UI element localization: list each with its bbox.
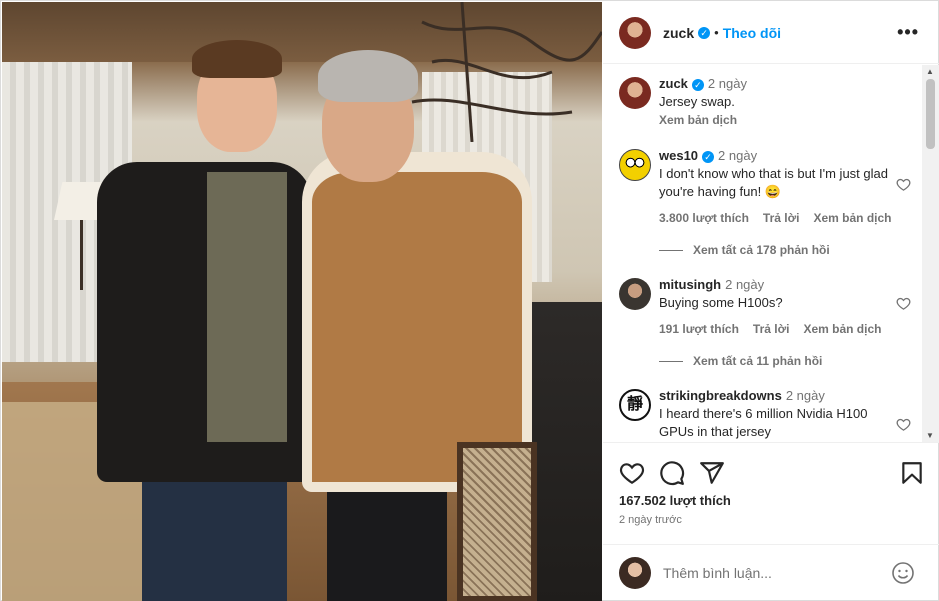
comment-avatar[interactable]: 靜 <box>619 389 651 421</box>
comment-likes[interactable]: 3.800 lượt thích <box>659 211 749 225</box>
comment-username[interactable]: mitusingh <box>659 277 721 292</box>
comment-avatar[interactable] <box>619 149 651 181</box>
scroll-up-icon[interactable]: ▲ <box>926 67 934 76</box>
view-replies-link[interactable]: Xem tất cả 178 phản hồi <box>659 243 830 257</box>
comment-meta: 191 lượt thích Trả lời Xem bản dịch <box>659 320 909 338</box>
post-modal: zuck ✓ • Theo dõi ••• zuck ✓ 2 ngày Jersey… <box>0 0 939 601</box>
author-avatar[interactable] <box>619 16 651 49</box>
comment-text: I heard there's 6 million Nvidia H100 GP… <box>659 406 868 439</box>
more-icon[interactable]: ••• <box>897 22 919 43</box>
comment-avatar[interactable] <box>619 278 651 310</box>
post-actions: 167.502 lượt thích 2 ngày trước <box>603 444 939 544</box>
view-replies-link[interactable]: Xem tất cả 11 phản hồi <box>659 354 822 368</box>
photo-person-right-legs <box>327 482 447 601</box>
translate-link[interactable]: Xem bản dịch <box>803 322 881 336</box>
comment-time[interactable]: 2 ngày <box>718 148 757 163</box>
photo-person-left-hair <box>192 40 282 78</box>
comment-username[interactable]: strikingbreakdowns <box>659 388 782 403</box>
comment-text: I don't know who that is but I'm just gl… <box>659 166 888 199</box>
reply-button[interactable]: Trả lời <box>763 211 800 225</box>
comment-like-icon[interactable] <box>896 417 911 432</box>
heart-icon[interactable] <box>619 460 645 486</box>
post-photo[interactable] <box>2 2 602 601</box>
comment-meta: 3.800 lượt thích Trả lời Xem bản dịch <box>659 209 909 227</box>
emoji-icon[interactable] <box>891 561 915 585</box>
photo-person-right-jacket <box>302 152 532 492</box>
comment-item: mitusingh 2 ngày Buying some H100s? 191 l… <box>619 276 911 338</box>
verified-icon: ✓ <box>702 150 715 163</box>
comment-time[interactable]: 2 ngày <box>786 388 825 403</box>
comment-item: wes10 ✓ 2 ngày I don't know who that is bu… <box>619 147 911 227</box>
verified-icon: ✓ <box>691 78 704 91</box>
action-icons <box>619 460 923 486</box>
caption-avatar[interactable] <box>619 77 651 109</box>
post-header: zuck ✓ • Theo dõi ••• <box>603 2 939 64</box>
photo-lamp-stand <box>80 220 83 290</box>
scrollbar[interactable]: ▲ ▼ <box>922 65 939 442</box>
reply-button[interactable]: Trả lời <box>753 322 790 336</box>
follow-button[interactable]: Theo dõi <box>723 25 781 41</box>
caption-translate[interactable]: Xem bản dịch <box>659 111 909 129</box>
comment-likes[interactable]: 191 lượt thích <box>659 322 739 336</box>
comments-list[interactable]: zuck ✓ 2 ngày Jersey swap. Xem bản dịch we… <box>603 65 939 443</box>
author-username[interactable]: zuck <box>663 25 694 41</box>
share-icon[interactable] <box>699 460 725 486</box>
post-timestamp[interactable]: 2 ngày trước <box>619 514 682 526</box>
like-count[interactable]: 167.502 lượt thích <box>619 493 731 508</box>
comment-time[interactable]: 2 ngày <box>725 277 764 292</box>
photo-person-left-shirt <box>207 172 287 442</box>
photo-person-right-hair <box>318 50 418 102</box>
scroll-down-icon[interactable]: ▼ <box>926 431 934 440</box>
caption-text: Jersey swap. <box>659 94 735 109</box>
caption-time[interactable]: 2 ngày <box>708 76 747 91</box>
comment-item: 靜 strikingbreakdowns 2 ngày I heard there… <box>619 387 911 441</box>
comment-like-icon[interactable] <box>896 296 911 311</box>
add-comment-bar <box>603 544 939 601</box>
caption-username[interactable]: zuck <box>659 76 688 91</box>
translate-link[interactable]: Xem bản dịch <box>659 113 737 127</box>
current-user-avatar <box>619 557 651 589</box>
separator-dot: • <box>714 25 719 40</box>
bookmark-icon[interactable] <box>899 460 925 486</box>
photo-chandelier <box>411 2 602 142</box>
comment-like-icon[interactable] <box>896 177 911 192</box>
verified-icon: ✓ <box>698 26 711 39</box>
comment-text: Buying some H100s? <box>659 295 783 310</box>
scrollbar-thumb[interactable] <box>926 79 935 149</box>
caption: zuck ✓ 2 ngày Jersey swap. Xem bản dịch <box>619 75 909 129</box>
comment-icon[interactable] <box>659 460 685 486</box>
comment-input[interactable] <box>663 559 883 587</box>
translate-link[interactable]: Xem bản dịch <box>813 211 891 225</box>
comment-username[interactable]: wes10 <box>659 148 698 163</box>
photo-chair <box>457 442 537 601</box>
